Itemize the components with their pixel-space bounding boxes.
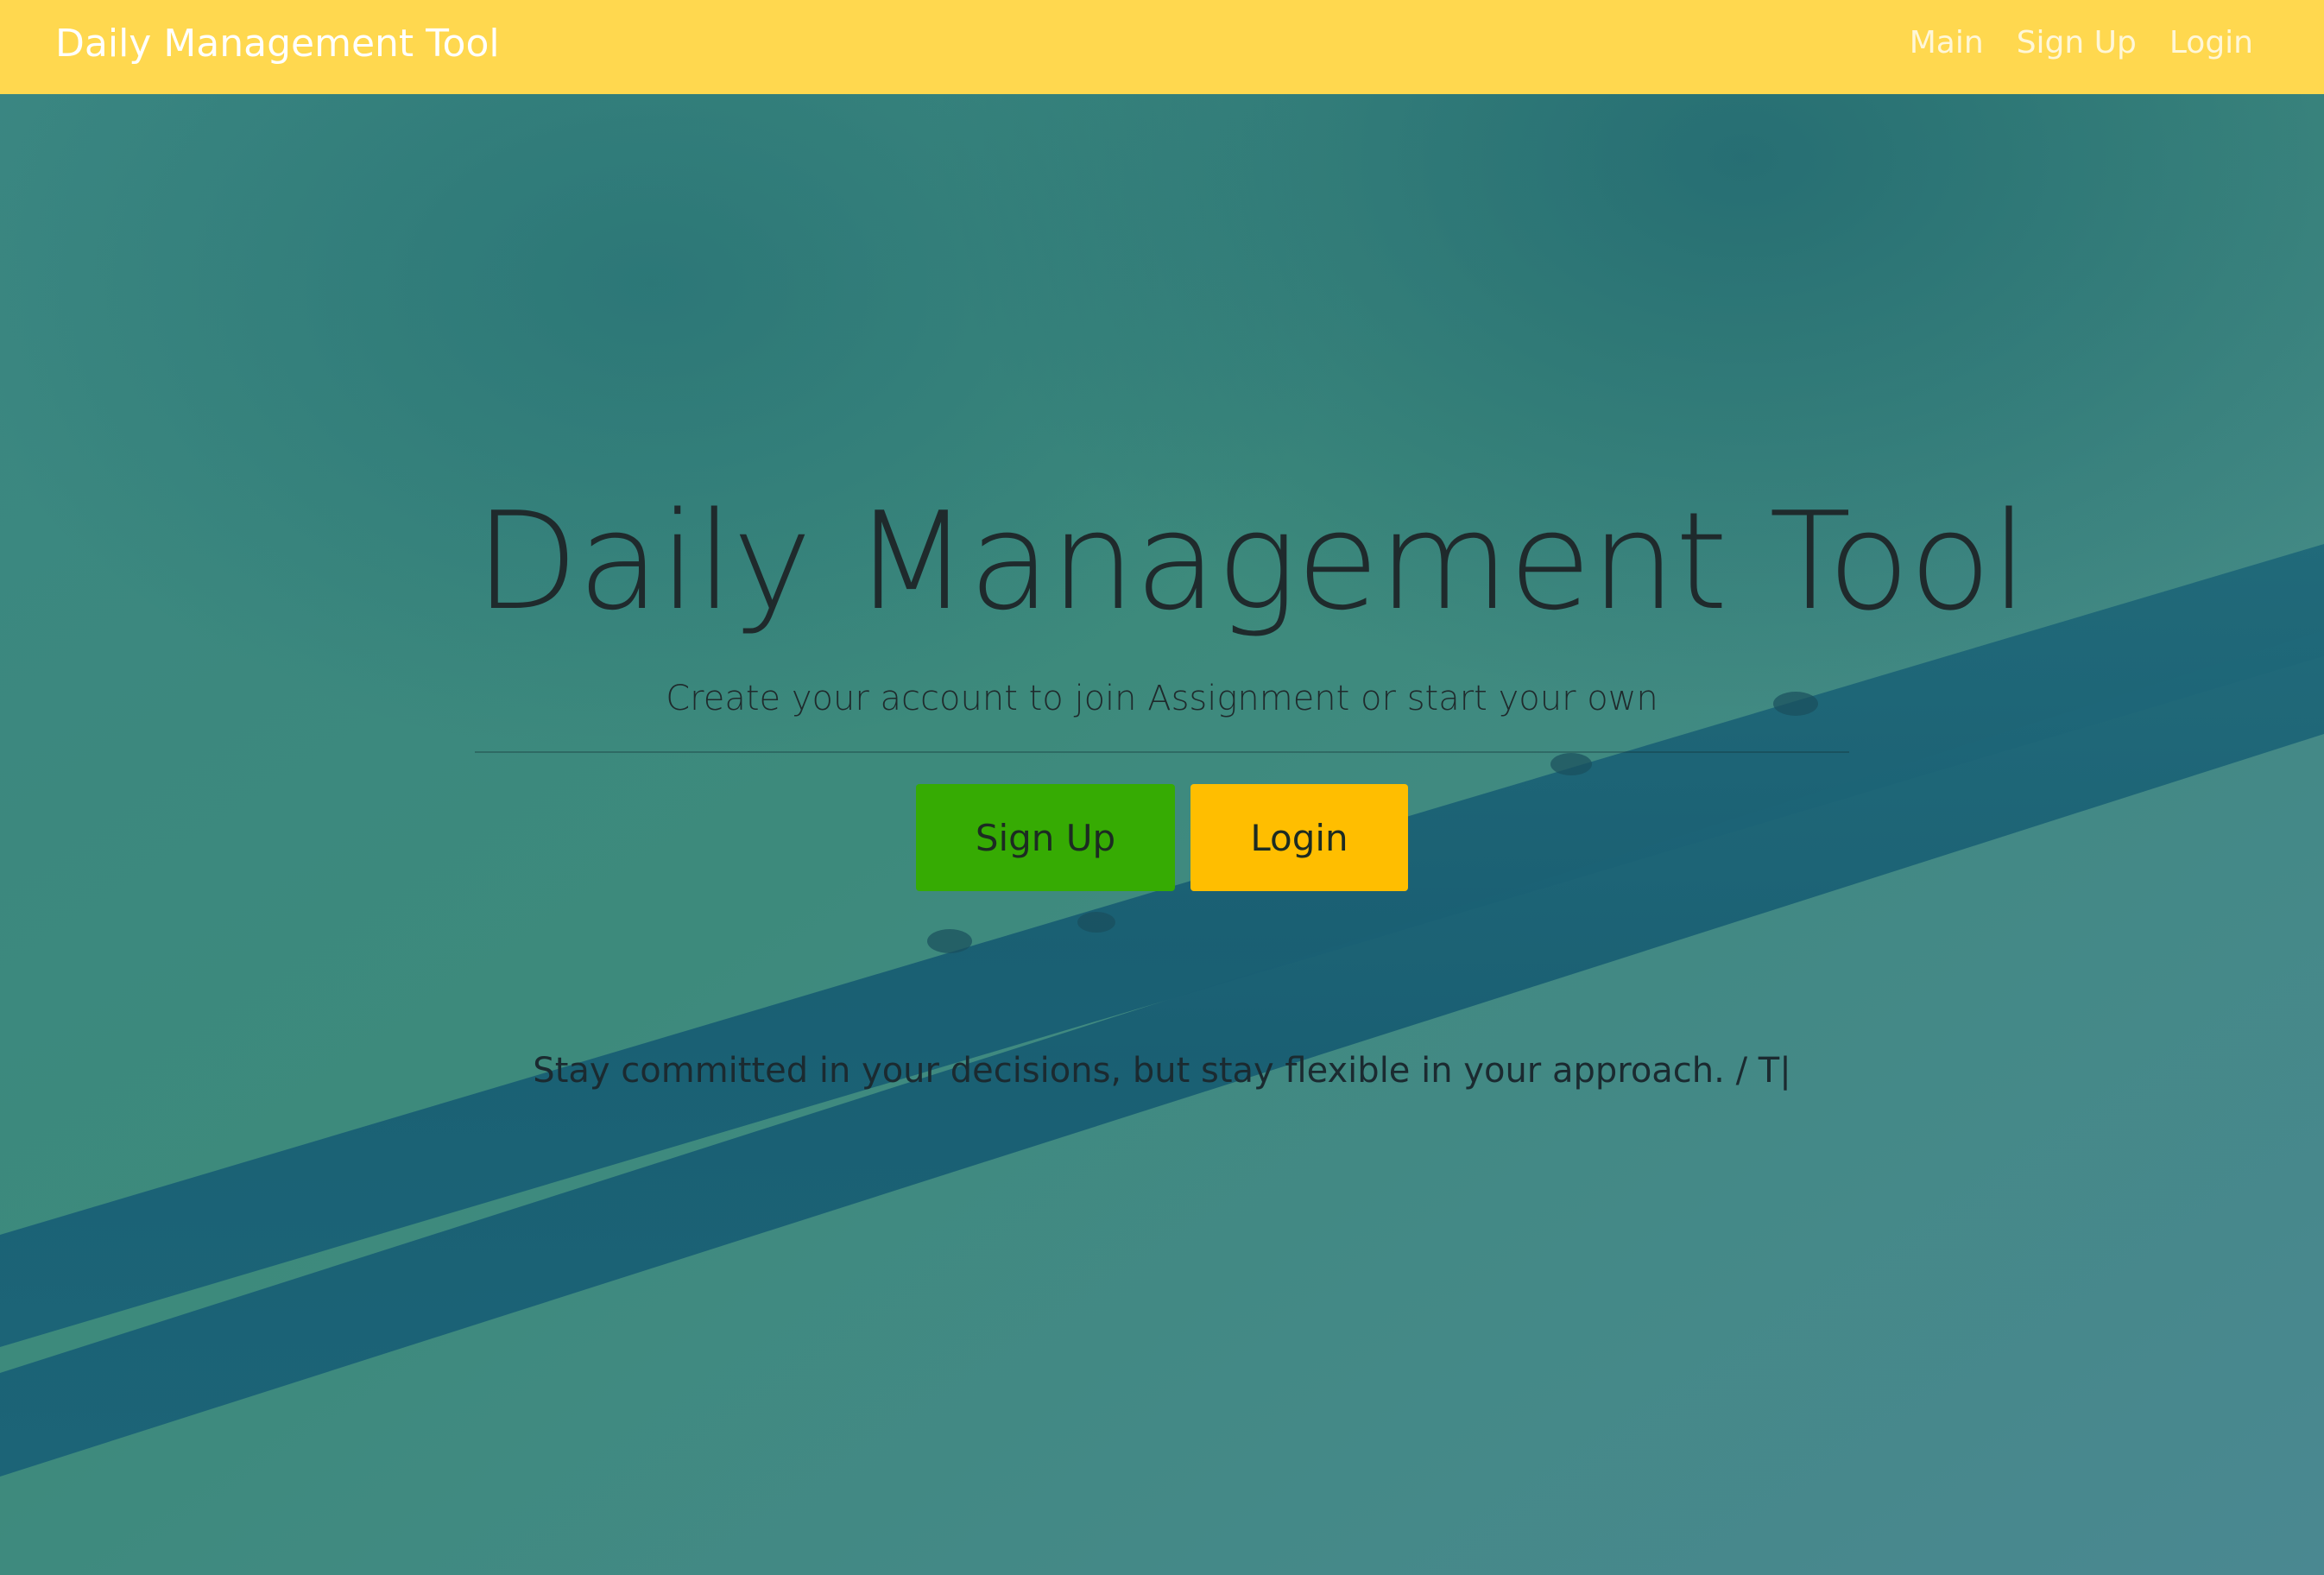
nav-links: Main Sign Up Login (1910, 22, 2253, 64)
nav-link-login[interactable]: Login (2169, 22, 2253, 64)
sign-up-button[interactable]: Sign Up (916, 784, 1175, 891)
hero-subtitle: Create your account to join Assignment o… (666, 679, 1658, 718)
hero-title: Daily Management Tool (475, 483, 2028, 640)
nav-link-sign-up[interactable]: Sign Up (2017, 22, 2137, 64)
top-navbar: Daily Management Tool Main Sign Up Login (0, 0, 2324, 94)
hero-buttons: Sign Up Login (475, 784, 1849, 891)
typing-quote: Stay committed in your decisions, but st… (533, 1051, 1791, 1091)
navbar-brand[interactable]: Daily Management Tool (55, 20, 500, 68)
hero-divider (475, 751, 1849, 753)
hero-section: Daily Management Tool Create your accoun… (475, 466, 2028, 891)
nav-link-main[interactable]: Main (1910, 22, 1984, 64)
login-button[interactable]: Login (1190, 784, 1408, 891)
